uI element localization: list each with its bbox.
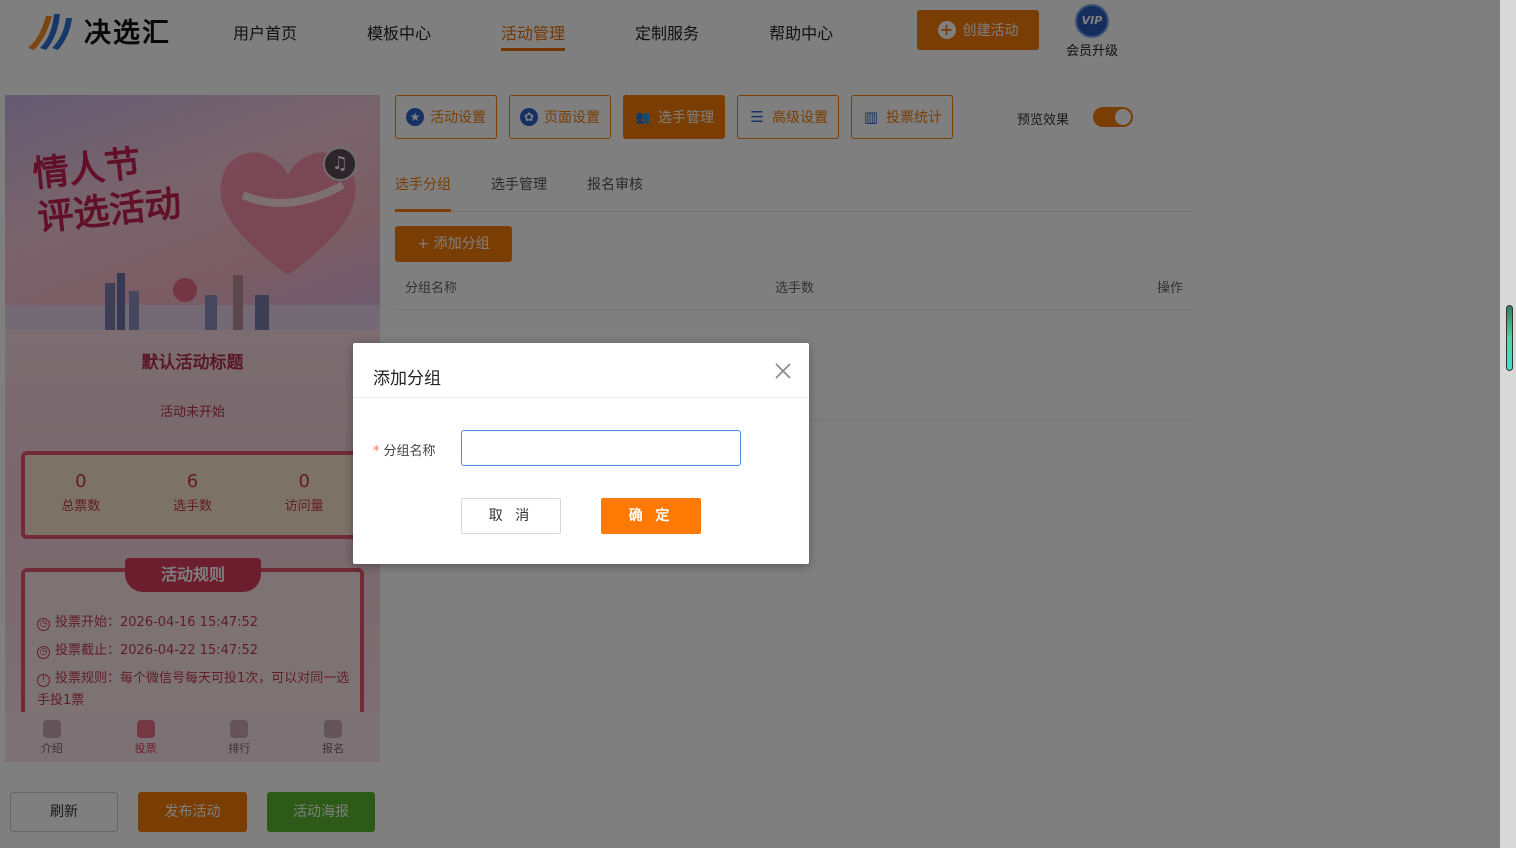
- group-name-input[interactable]: [461, 430, 741, 466]
- page-scrollbar[interactable]: [1500, 0, 1516, 848]
- dialog-divider: [353, 397, 809, 398]
- close-icon[interactable]: [771, 359, 795, 383]
- add-group-dialog: 添加分组 * 分组名称 取 消 确 定: [353, 343, 809, 564]
- scrollbar-thumb[interactable]: [1506, 305, 1513, 371]
- required-mark: *: [373, 444, 380, 459]
- confirm-button[interactable]: 确 定: [601, 498, 701, 534]
- group-name-label-text: 分组名称: [383, 444, 436, 459]
- cancel-button[interactable]: 取 消: [461, 498, 561, 534]
- group-name-label: * 分组名称: [373, 440, 436, 459]
- dialog-title: 添加分组: [373, 369, 441, 389]
